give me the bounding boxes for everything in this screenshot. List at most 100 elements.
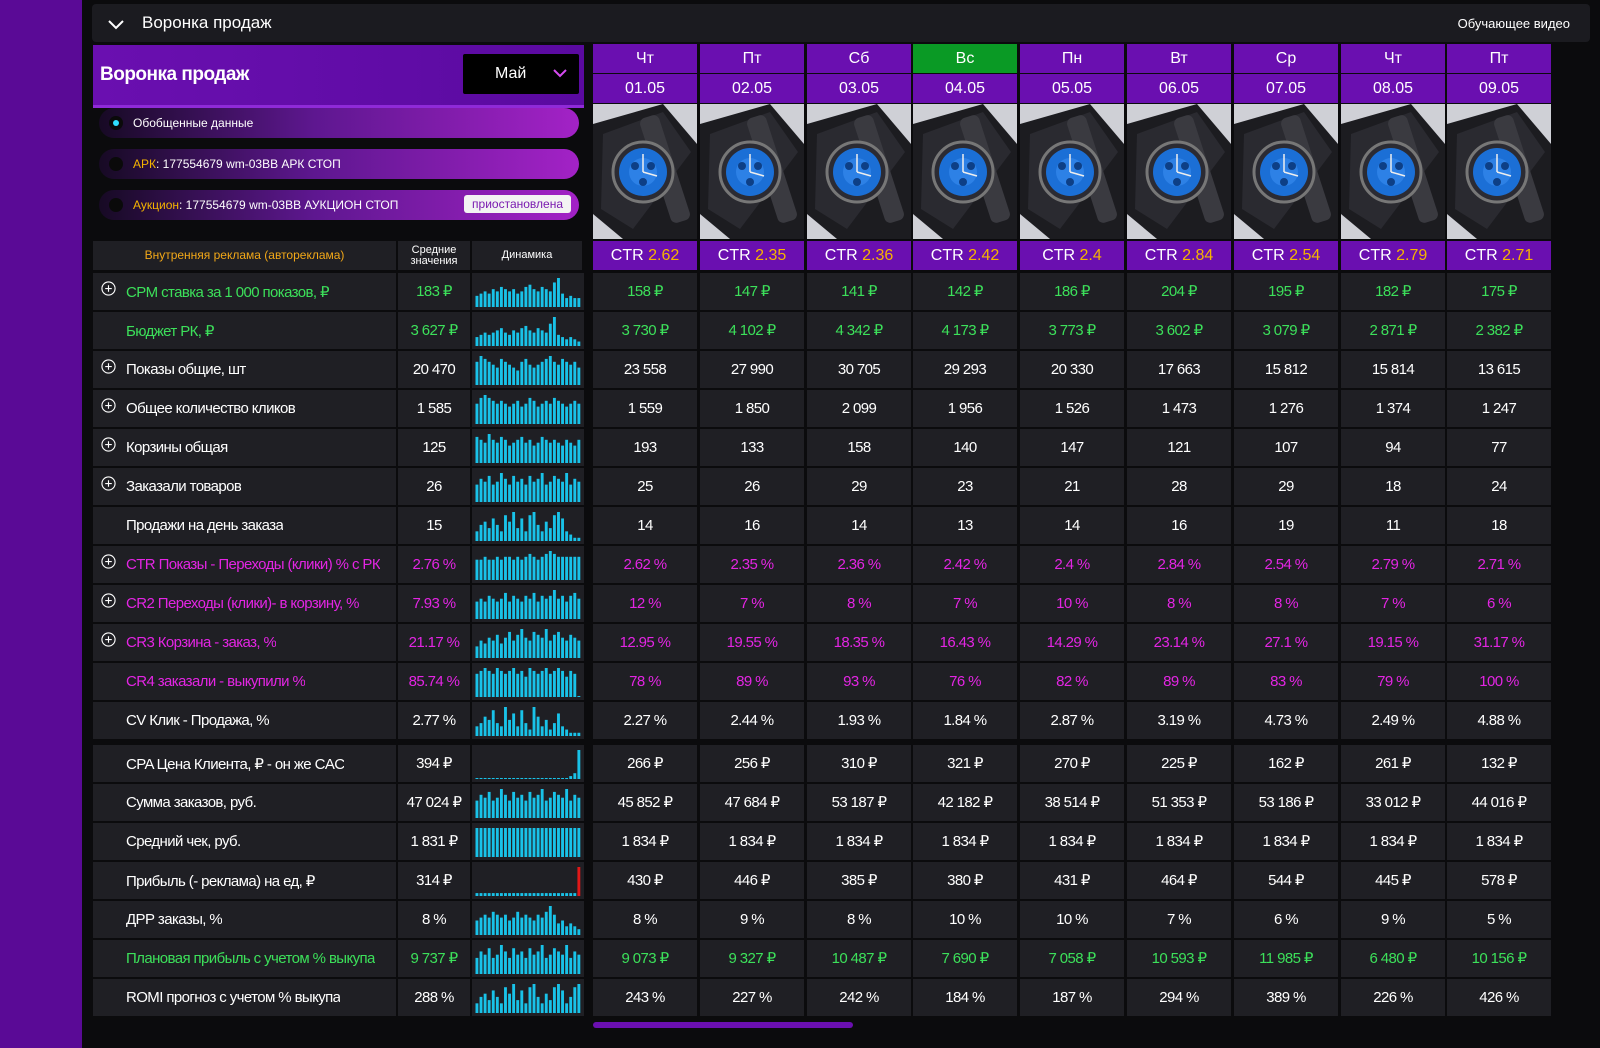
spark-bar: [504, 289, 507, 307]
metric-name-cell[interactable]: CTR Показы - Переходы (клики) % с РК: [93, 546, 396, 583]
radio-button[interactable]: [109, 198, 123, 212]
dynamics-sparkline-cell: [472, 979, 584, 1016]
table-cell: 4 342 ₽: [807, 312, 911, 349]
app-window: Воронка продаж Обучающее видео Воронка п…: [82, 0, 1600, 1048]
spark-bar: [544, 893, 548, 896]
spark-bar: [577, 556, 581, 580]
spark-bar: [524, 957, 528, 974]
radio-button[interactable]: [109, 157, 123, 171]
spark-bar: [504, 951, 507, 974]
product-photo[interactable]: [807, 104, 911, 239]
spark-bar: [544, 439, 548, 463]
product-photo[interactable]: [1127, 104, 1231, 239]
spark-bar: [552, 828, 556, 857]
month-select[interactable]: Май: [463, 54, 579, 94]
spark-bar: [524, 531, 528, 541]
expand-plus-icon[interactable]: [101, 554, 116, 569]
table-cell: 270 ₽: [1020, 745, 1124, 782]
horizontal-scrollbar[interactable]: [593, 1022, 853, 1028]
spark-bar: [532, 592, 536, 619]
spark-bar: [561, 954, 564, 974]
expand-plus-icon[interactable]: [101, 632, 116, 647]
expand-plus-icon[interactable]: [101, 476, 116, 491]
product-photo[interactable]: [913, 104, 1017, 239]
spark-bar: [540, 637, 544, 658]
expand-plus-icon[interactable]: [101, 359, 116, 374]
metric-name-cell[interactable]: Корзины общая: [93, 429, 396, 466]
product-photo[interactable]: [700, 104, 804, 239]
spark-bar: [536, 828, 540, 857]
funnel-source-option[interactable]: Обобщенные данные: [99, 108, 579, 138]
spark-bar: [536, 996, 540, 1013]
expand-plus-icon[interactable]: [101, 437, 116, 452]
spark-bar: [483, 716, 487, 736]
metric-name-cell[interactable]: Показы общие, шт: [93, 351, 396, 388]
tutorial-video-link[interactable]: Обучающее видео: [1458, 16, 1570, 31]
spark-bar: [504, 794, 507, 818]
spark-bar: [495, 601, 499, 619]
metric-name-cell[interactable]: CR2 Переходы (клики)- в корзину, %: [93, 585, 396, 622]
table-cell: 42 182 ₽: [913, 784, 1017, 821]
product-photo[interactable]: [1020, 104, 1124, 239]
ctr-value: 2.42: [968, 247, 1000, 264]
metric-name-cell[interactable]: Заказали товаров: [93, 468, 396, 505]
spark-bar: [499, 1003, 503, 1013]
funnel-source-option[interactable]: Аукцион: 177554679 wm-03BB АУКЦИОН СТОП п…: [99, 190, 579, 220]
date-header: 02.05: [700, 74, 804, 103]
table-cell: 18: [1447, 507, 1551, 544]
spark-bar: [540, 473, 544, 502]
metric-name: ДРР заказы, %: [126, 910, 223, 928]
product-photo[interactable]: [1341, 104, 1445, 239]
product-photo[interactable]: [1234, 104, 1338, 239]
product-photo[interactable]: [593, 104, 697, 239]
table-cell: 100 %: [1447, 663, 1551, 700]
metric-name-cell[interactable]: CR3 Корзина - заказ, %: [93, 624, 396, 661]
sparkline: [475, 395, 581, 424]
spark-bar: [491, 911, 495, 935]
expand-plus-icon[interactable]: [101, 593, 116, 608]
expand-plus-icon[interactable]: [101, 281, 116, 296]
spark-bar: [557, 278, 560, 307]
spark-bar: [520, 478, 524, 502]
expand-plus-icon[interactable]: [101, 398, 116, 413]
spark-bar: [557, 442, 560, 463]
table-cell: 132 ₽: [1447, 745, 1551, 782]
avg-column-header: Средние значения: [398, 241, 470, 270]
spark-bar: [548, 828, 552, 857]
radio-button[interactable]: [109, 116, 123, 130]
table-cell: 204 ₽: [1127, 273, 1231, 310]
avg-value: 2.76 %: [398, 546, 470, 583]
spark-bar: [540, 531, 544, 541]
spark-bar: [561, 337, 564, 346]
table-cell: 79 %: [1341, 663, 1445, 700]
metric-name-cell[interactable]: Общее количество кликов: [93, 390, 396, 427]
table-cell: 1 834 ₽: [700, 823, 804, 860]
spark-bar: [552, 282, 556, 307]
spark-bar: [499, 436, 503, 463]
spark-bar: [528, 987, 532, 1013]
spark-bar: [528, 598, 532, 619]
dynamics-sparkline-cell: [472, 390, 584, 427]
funnel-source-option[interactable]: АРК: 177554679 wm-03BB АРК СТОП: [99, 149, 579, 179]
table-cell: 1 247: [1447, 390, 1551, 427]
table-cell: 53 187 ₽: [807, 784, 911, 821]
spark-bar: [577, 481, 581, 502]
table-cell: 2.79 %: [1341, 546, 1445, 583]
product-photo[interactable]: [1447, 104, 1551, 239]
table-cell: 28: [1127, 468, 1231, 505]
table-cell: 2.84 %: [1127, 546, 1231, 583]
spark-bar: [561, 726, 564, 736]
spark-bar: [487, 559, 491, 580]
spark-bar: [577, 867, 581, 896]
ctr-header: CTR 2.42: [913, 241, 1017, 270]
spark-bar: [573, 794, 577, 818]
spark-bar: [508, 893, 511, 896]
spark-bar: [552, 893, 556, 896]
metric-name: Прибыль (- реклама) на ед, ₽: [126, 872, 315, 890]
metric-name-cell: CPA Цена Клиента, ₽ - он же CAC: [93, 745, 396, 782]
metric-name-cell[interactable]: CPM ставка за 1 000 показов, ₽: [93, 273, 396, 310]
ctr-value: 2.79: [1396, 247, 1428, 264]
section-header[interactable]: Воронка продаж Обучающее видео: [92, 4, 1590, 42]
chevron-down-icon[interactable]: [106, 14, 126, 34]
spark-bar: [487, 893, 491, 896]
